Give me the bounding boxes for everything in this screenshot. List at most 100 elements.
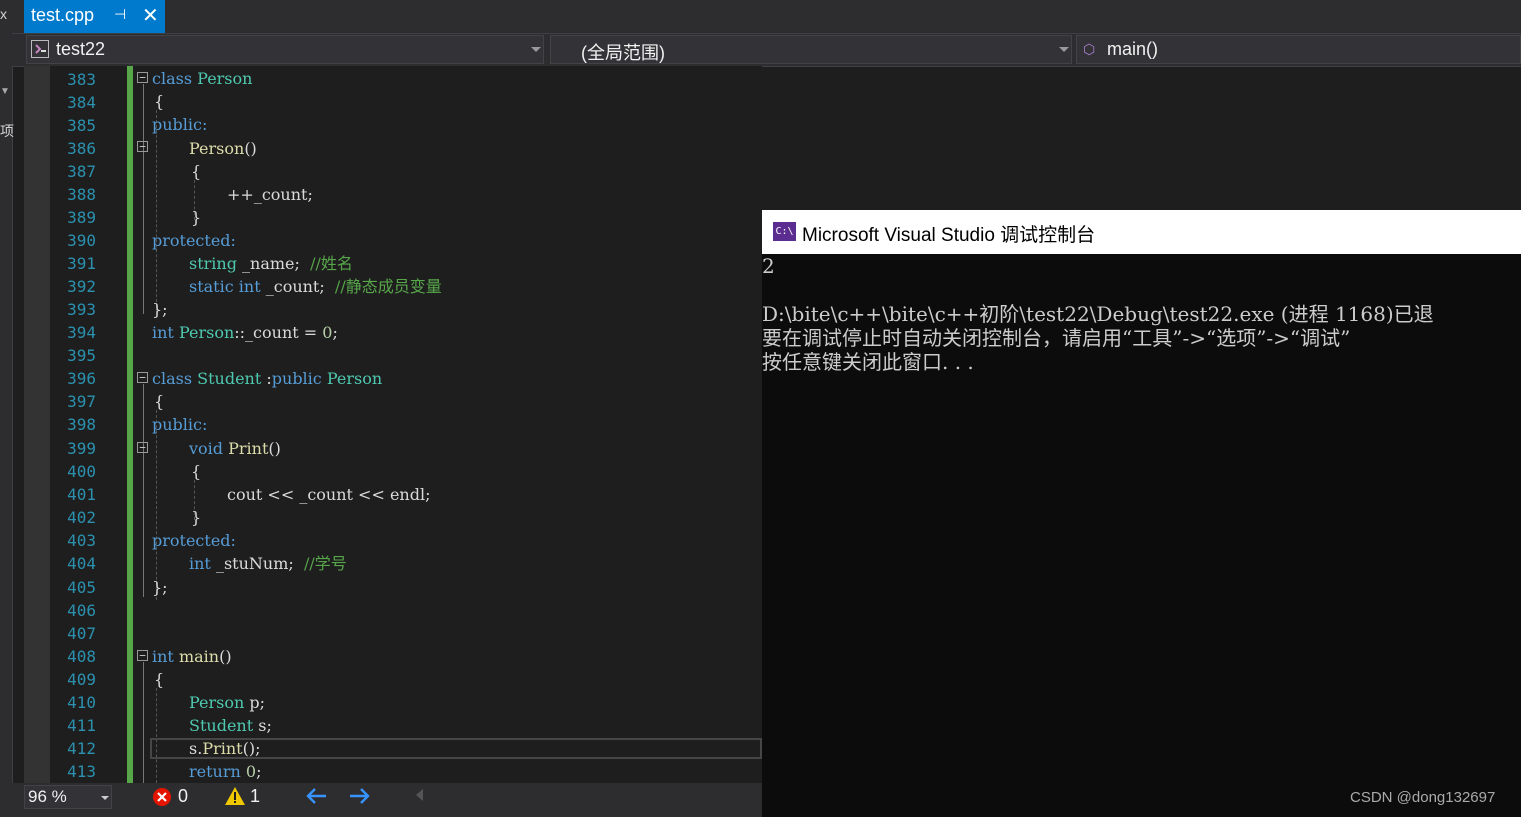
- outline-guide: [143, 84, 144, 314]
- code-line: protected:: [152, 531, 236, 550]
- code-line: ++_count;: [227, 185, 313, 204]
- code-line: public:: [152, 115, 208, 134]
- code-line: int Person::_count = 0;: [152, 323, 338, 342]
- code-line: int _stuNum; //学号: [189, 554, 347, 573]
- project-dropdown[interactable]: test22: [26, 35, 544, 64]
- line-number: 393: [67, 300, 96, 319]
- left-strip-close[interactable]: x: [0, 6, 7, 22]
- function-label: main(): [1107, 39, 1159, 59]
- code-line: {: [191, 162, 202, 181]
- console-title: Microsoft Visual Studio 调试控制台: [802, 225, 1096, 246]
- code-line: string _name; //姓名: [189, 254, 353, 273]
- code-editor[interactable]: [24, 66, 762, 783]
- line-number: 409: [67, 670, 96, 689]
- arrow-left-icon: [306, 788, 326, 804]
- code-line: };: [152, 578, 168, 597]
- left-strip-arrow-icon[interactable]: ▼: [0, 86, 10, 97]
- line-number: 395: [67, 346, 96, 365]
- console-output: 2 D:\bite\c++\bite\c++初阶\test22\Debug\tes…: [762, 254, 1521, 814]
- code-line: static int _count; //静态成员变量: [189, 277, 442, 296]
- code-line: cout << _count << endl;: [227, 485, 431, 504]
- scope-dropdown[interactable]: (全局范围): [550, 35, 1072, 64]
- watermark: CSDN @dong132697: [1350, 789, 1496, 806]
- pin-icon[interactable]: ⊣: [114, 6, 126, 23]
- console-title-bar[interactable]: C:\ Microsoft Visual Studio 调试控制台: [762, 210, 1521, 254]
- code-line: protected:: [152, 231, 236, 250]
- line-number: 411: [67, 716, 96, 735]
- scroll-left-icon[interactable]: [416, 789, 423, 801]
- code-line: s.Print();: [189, 739, 261, 758]
- left-panel-strip: x ▼ 项: [0, 0, 14, 817]
- document-tab-bar: [12, 0, 1521, 33]
- collapse-icon[interactable]: −: [137, 442, 148, 453]
- left-strip-label: 项: [0, 123, 14, 139]
- code-line: {: [154, 670, 165, 689]
- code-line: return 0;: [189, 762, 262, 781]
- code-line: class Person: [152, 69, 253, 88]
- line-number: 408: [67, 647, 96, 666]
- line-number: 399: [67, 439, 96, 458]
- scope-label: (全局范围): [581, 43, 665, 63]
- code-line: {: [154, 92, 165, 111]
- collapse-icon[interactable]: −: [137, 650, 148, 661]
- code-line: {: [154, 392, 165, 411]
- project-icon: [31, 40, 49, 58]
- console-line: 2: [762, 254, 775, 278]
- error-count: 0: [178, 786, 189, 806]
- code-line: Person p;: [189, 693, 266, 712]
- line-number: 383: [67, 70, 96, 89]
- code-line: };: [152, 300, 168, 319]
- collapse-icon[interactable]: −: [137, 141, 148, 152]
- indent-guide: [156, 110, 157, 312]
- arrow-right-icon: [350, 788, 370, 804]
- line-number: 403: [67, 531, 96, 550]
- code-line: void Print(): [189, 439, 281, 458]
- line-number: 407: [67, 624, 96, 643]
- line-number: 394: [67, 323, 96, 342]
- line-number: 385: [67, 116, 96, 135]
- tab-test-cpp[interactable]: test.cpp ⊣ ✕: [24, 0, 165, 33]
- navigate-forward-button[interactable]: [348, 787, 370, 810]
- editor-status-bar: [12, 783, 762, 817]
- line-number: 388: [67, 185, 96, 204]
- line-number: 389: [67, 208, 96, 227]
- line-number: 387: [67, 162, 96, 181]
- navigate-back-button[interactable]: [306, 787, 328, 810]
- code-line: }: [191, 208, 202, 227]
- close-icon[interactable]: ✕: [142, 3, 159, 28]
- outline-guide: [143, 662, 144, 783]
- line-number: 410: [67, 693, 96, 712]
- line-number: 402: [67, 508, 96, 527]
- method-cube-icon: ⬡: [1083, 41, 1096, 57]
- indent-guide: [156, 688, 157, 783]
- line-number: 397: [67, 392, 96, 411]
- collapse-icon[interactable]: −: [137, 72, 148, 83]
- line-number: 390: [67, 231, 96, 250]
- collapse-icon[interactable]: −: [137, 372, 148, 383]
- chevron-down-icon: [1059, 47, 1069, 52]
- project-name: test22: [56, 39, 106, 59]
- indent-guide: [156, 410, 157, 600]
- zoom-dropdown[interactable]: 96 %: [24, 785, 112, 809]
- line-number: 396: [67, 369, 96, 388]
- line-number: 413: [67, 762, 96, 781]
- code-line: Student s;: [189, 716, 272, 735]
- code-line: Person(): [189, 139, 257, 158]
- line-number: 398: [67, 415, 96, 434]
- line-number: 400: [67, 462, 96, 481]
- line-number: 392: [67, 277, 96, 296]
- line-number: 391: [67, 254, 96, 273]
- warning-icon: [225, 787, 245, 805]
- warning-count: 1: [250, 786, 261, 806]
- line-number: 405: [67, 578, 96, 597]
- function-dropdown[interactable]: ⬡ main(): [1076, 35, 1521, 64]
- code-line: public:: [152, 415, 208, 434]
- line-number: 384: [67, 93, 96, 112]
- console-app-icon: C:\: [773, 222, 796, 241]
- code-line: class Student :public Person: [152, 369, 383, 388]
- code-line: int main(): [152, 647, 232, 666]
- console-line: D:\bite\c++\bite\c++初阶\test22\Debug\test…: [762, 302, 1434, 326]
- zoom-value: 96 %: [28, 787, 67, 806]
- indicator-margin: [24, 66, 50, 783]
